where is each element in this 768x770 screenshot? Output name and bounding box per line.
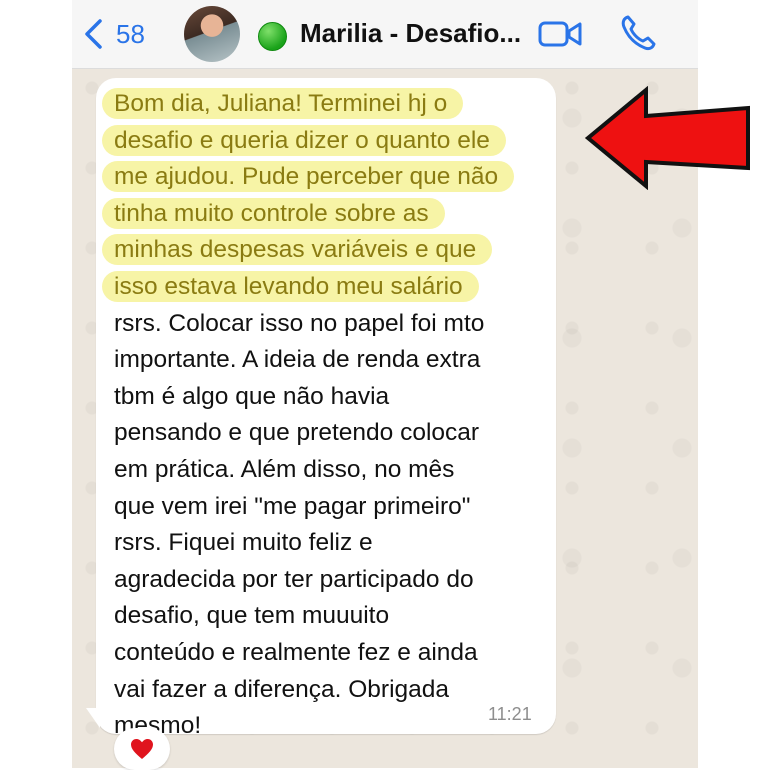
message-line: pensando e que pretendo colocar xyxy=(114,419,480,447)
message-timestamp: 11:21 xyxy=(488,704,532,724)
message-line: tbm é algo que não havia xyxy=(114,382,390,410)
message-line: em prática. Além disso, no mês xyxy=(114,455,455,483)
highlighted-line: tinha muito controle sobre as xyxy=(102,196,554,233)
phone-icon[interactable] xyxy=(620,14,656,52)
message-text: Bom dia, Juliana! Terminei hj o desafio … xyxy=(102,86,554,745)
message-line: rsrs. Fiquei muito feliz e xyxy=(114,529,373,557)
red-arrow-icon xyxy=(584,86,750,190)
back-button[interactable]: 58 xyxy=(82,14,145,54)
bubble-tail xyxy=(86,708,100,728)
message-line: rsrs. Colocar isso no papel foi mto xyxy=(114,309,485,337)
highlighted-line: Bom dia, Juliana! Terminei hj o xyxy=(102,86,554,123)
highlighted-line: desafio e queria dizer o quanto ele xyxy=(102,123,554,160)
avatar[interactable] xyxy=(184,6,240,62)
message-line: agradecida por ter participado do xyxy=(114,565,474,593)
highlighted-line: me ajudou. Pude perceber que não xyxy=(102,159,554,196)
highlighted-line: minhas despesas variáveis e que xyxy=(102,232,554,269)
message-line: conteúdo e realmente fez e ainda xyxy=(114,638,478,666)
reaction-badge[interactable] xyxy=(114,728,170,770)
chevron-left-icon xyxy=(85,19,102,49)
highlighted-line: isso estava levando meu salário xyxy=(102,269,554,306)
green-circle-icon xyxy=(258,22,287,51)
contact-name[interactable]: Marilia - Desafio... xyxy=(300,18,521,49)
message-line: vai fazer a diferença. Obrigada xyxy=(114,675,450,703)
message-line: que vem irei "me pagar primeiro" xyxy=(114,492,471,520)
message-line: desafio, que tem muuuito xyxy=(114,602,390,630)
message-line: importante. A ideia de renda extra xyxy=(114,346,481,374)
unread-count: 58 xyxy=(116,18,145,49)
chat-header: 58 Marilia - Desafio... xyxy=(72,0,698,69)
heart-icon xyxy=(131,739,153,759)
video-call-icon[interactable] xyxy=(538,18,582,50)
